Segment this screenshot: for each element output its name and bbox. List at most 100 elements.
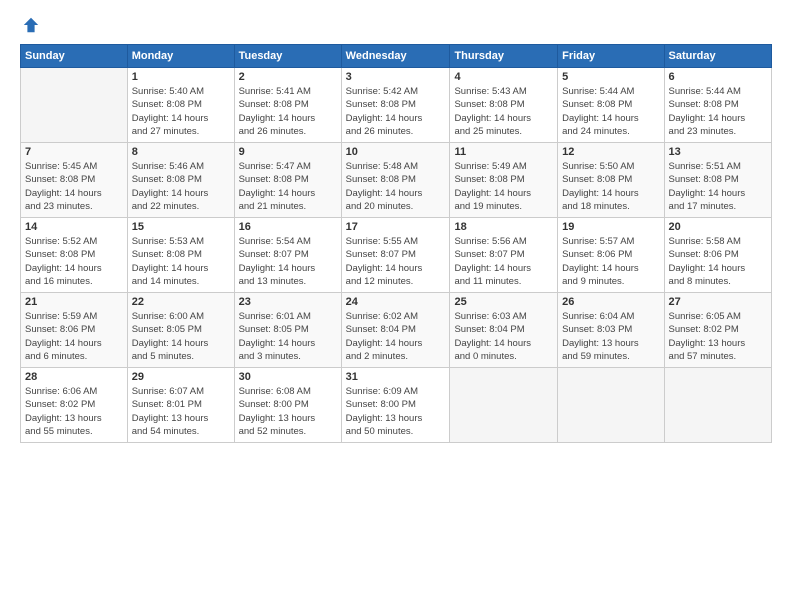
calendar-day-cell: 25 Sunrise: 6:03 AM Sunset: 8:04 PM Dayli… bbox=[450, 293, 558, 368]
calendar-day-cell: 1Sunrise: 5:40 AM Sunset: 8:08 PM Daylig… bbox=[127, 68, 234, 143]
day-info: Sunrise: 6:04 AM Sunset: 8:03 PM Dayligh… bbox=[562, 310, 659, 363]
day-number: 18 bbox=[454, 221, 553, 233]
day-info: Sunrise: 6:02 AM Sunset: 8:04 PM Dayligh… bbox=[346, 310, 446, 363]
day-info: Sunrise: 5:42 AM Sunset: 8:08 PM Dayligh… bbox=[346, 85, 446, 138]
calendar-day-cell: 19 Sunrise: 5:57 AM Sunset: 8:06 PM Dayli… bbox=[558, 218, 664, 293]
calendar-day-cell: 5 Sunrise: 5:44 AM Sunset: 8:08 PM Daylig… bbox=[558, 68, 664, 143]
calendar-day-cell: 26 Sunrise: 6:04 AM Sunset: 8:03 PM Dayli… bbox=[558, 293, 664, 368]
calendar-header-cell: Friday bbox=[558, 45, 664, 68]
calendar-day-cell: 27 Sunrise: 6:05 AM Sunset: 8:02 PM Dayli… bbox=[664, 293, 771, 368]
day-number: 2 bbox=[239, 71, 337, 83]
calendar-week-row: 28 Sunrise: 6:06 AM Sunset: 8:02 PM Dayli… bbox=[21, 368, 772, 443]
calendar-day-cell bbox=[664, 368, 771, 443]
day-number: 23 bbox=[239, 296, 337, 308]
day-number: 16 bbox=[239, 221, 337, 233]
calendar-header-cell: Thursday bbox=[450, 45, 558, 68]
day-info: Sunrise: 5:49 AM Sunset: 8:08 PM Dayligh… bbox=[454, 160, 553, 213]
calendar-header-cell: Sunday bbox=[21, 45, 128, 68]
day-info: Sunrise: 6:09 AM Sunset: 8:00 PM Dayligh… bbox=[346, 385, 446, 438]
calendar-day-cell: 14 Sunrise: 5:52 AM Sunset: 8:08 PM Dayli… bbox=[21, 218, 128, 293]
day-number: 28 bbox=[25, 371, 123, 383]
day-number: 22 bbox=[132, 296, 230, 308]
calendar-day-cell: 23 Sunrise: 6:01 AM Sunset: 8:05 PM Dayli… bbox=[234, 293, 341, 368]
calendar-week-row: 7Sunrise: 5:45 AM Sunset: 8:08 PM Daylig… bbox=[21, 143, 772, 218]
day-number: 31 bbox=[346, 371, 446, 383]
calendar-day-cell bbox=[450, 368, 558, 443]
day-info: Sunrise: 5:53 AM Sunset: 8:08 PM Dayligh… bbox=[132, 235, 230, 288]
day-info: Sunrise: 6:06 AM Sunset: 8:02 PM Dayligh… bbox=[25, 385, 123, 438]
day-number: 1 bbox=[132, 71, 230, 83]
day-info: Sunrise: 6:08 AM Sunset: 8:00 PM Dayligh… bbox=[239, 385, 337, 438]
day-info: Sunrise: 5:44 AM Sunset: 8:08 PM Dayligh… bbox=[562, 85, 659, 138]
calendar-day-cell: 6 Sunrise: 5:44 AM Sunset: 8:08 PM Daylig… bbox=[664, 68, 771, 143]
calendar-day-cell: 21 Sunrise: 5:59 AM Sunset: 8:06 PM Dayli… bbox=[21, 293, 128, 368]
calendar-week-row: 14 Sunrise: 5:52 AM Sunset: 8:08 PM Dayli… bbox=[21, 218, 772, 293]
calendar-day-cell: 10Sunrise: 5:48 AM Sunset: 8:08 PM Dayli… bbox=[341, 143, 450, 218]
calendar-day-cell: 30 Sunrise: 6:08 AM Sunset: 8:00 PM Dayli… bbox=[234, 368, 341, 443]
calendar-day-cell: 15Sunrise: 5:53 AM Sunset: 8:08 PM Dayli… bbox=[127, 218, 234, 293]
calendar-day-cell: 3 Sunrise: 5:42 AM Sunset: 8:08 PM Daylig… bbox=[341, 68, 450, 143]
day-number: 17 bbox=[346, 221, 446, 233]
day-info: Sunrise: 6:05 AM Sunset: 8:02 PM Dayligh… bbox=[669, 310, 767, 363]
day-number: 29 bbox=[132, 371, 230, 383]
logo bbox=[20, 16, 40, 34]
calendar-day-cell: 2 Sunrise: 5:41 AM Sunset: 8:08 PM Daylig… bbox=[234, 68, 341, 143]
calendar-header-cell: Tuesday bbox=[234, 45, 341, 68]
day-number: 26 bbox=[562, 296, 659, 308]
day-number: 21 bbox=[25, 296, 123, 308]
day-number: 25 bbox=[454, 296, 553, 308]
calendar-day-cell: 22Sunrise: 6:00 AM Sunset: 8:05 PM Dayli… bbox=[127, 293, 234, 368]
day-info: Sunrise: 6:03 AM Sunset: 8:04 PM Dayligh… bbox=[454, 310, 553, 363]
day-info: Sunrise: 5:57 AM Sunset: 8:06 PM Dayligh… bbox=[562, 235, 659, 288]
calendar-header-cell: Monday bbox=[127, 45, 234, 68]
calendar-day-cell: 9Sunrise: 5:47 AM Sunset: 8:08 PM Daylig… bbox=[234, 143, 341, 218]
day-number: 10 bbox=[346, 146, 446, 158]
calendar-day-cell: 31 Sunrise: 6:09 AM Sunset: 8:00 PM Dayli… bbox=[341, 368, 450, 443]
calendar-week-row: 1Sunrise: 5:40 AM Sunset: 8:08 PM Daylig… bbox=[21, 68, 772, 143]
day-info: Sunrise: 5:54 AM Sunset: 8:07 PM Dayligh… bbox=[239, 235, 337, 288]
day-number: 24 bbox=[346, 296, 446, 308]
day-info: Sunrise: 5:41 AM Sunset: 8:08 PM Dayligh… bbox=[239, 85, 337, 138]
calendar-day-cell: 12 Sunrise: 5:50 AM Sunset: 8:08 PM Dayli… bbox=[558, 143, 664, 218]
day-number: 8 bbox=[132, 146, 230, 158]
calendar-header-cell: Wednesday bbox=[341, 45, 450, 68]
day-number: 6 bbox=[669, 71, 767, 83]
calendar-header-row: SundayMondayTuesdayWednesdayThursdayFrid… bbox=[21, 45, 772, 68]
day-info: Sunrise: 6:01 AM Sunset: 8:05 PM Dayligh… bbox=[239, 310, 337, 363]
calendar-day-cell: 29 Sunrise: 6:07 AM Sunset: 8:01 PM Dayli… bbox=[127, 368, 234, 443]
calendar-day-cell: 4 Sunrise: 5:43 AM Sunset: 8:08 PM Daylig… bbox=[450, 68, 558, 143]
day-number: 14 bbox=[25, 221, 123, 233]
calendar-body: 1Sunrise: 5:40 AM Sunset: 8:08 PM Daylig… bbox=[21, 68, 772, 443]
calendar-day-cell: 8 Sunrise: 5:46 AM Sunset: 8:08 PM Daylig… bbox=[127, 143, 234, 218]
day-number: 12 bbox=[562, 146, 659, 158]
day-info: Sunrise: 5:59 AM Sunset: 8:06 PM Dayligh… bbox=[25, 310, 123, 363]
day-number: 5 bbox=[562, 71, 659, 83]
day-info: Sunrise: 6:07 AM Sunset: 8:01 PM Dayligh… bbox=[132, 385, 230, 438]
calendar-day-cell: 28 Sunrise: 6:06 AM Sunset: 8:02 PM Dayli… bbox=[21, 368, 128, 443]
calendar-day-cell bbox=[21, 68, 128, 143]
calendar-day-cell: 17Sunrise: 5:55 AM Sunset: 8:07 PM Dayli… bbox=[341, 218, 450, 293]
day-number: 20 bbox=[669, 221, 767, 233]
day-info: Sunrise: 5:44 AM Sunset: 8:08 PM Dayligh… bbox=[669, 85, 767, 138]
day-info: Sunrise: 5:51 AM Sunset: 8:08 PM Dayligh… bbox=[669, 160, 767, 213]
day-number: 3 bbox=[346, 71, 446, 83]
calendar-day-cell: 16 Sunrise: 5:54 AM Sunset: 8:07 PM Dayli… bbox=[234, 218, 341, 293]
day-number: 19 bbox=[562, 221, 659, 233]
calendar-header-cell: Saturday bbox=[664, 45, 771, 68]
calendar-day-cell: 11Sunrise: 5:49 AM Sunset: 8:08 PM Dayli… bbox=[450, 143, 558, 218]
day-info: Sunrise: 5:46 AM Sunset: 8:08 PM Dayligh… bbox=[132, 160, 230, 213]
day-info: Sunrise: 5:52 AM Sunset: 8:08 PM Dayligh… bbox=[25, 235, 123, 288]
day-number: 4 bbox=[454, 71, 553, 83]
day-info: Sunrise: 5:58 AM Sunset: 8:06 PM Dayligh… bbox=[669, 235, 767, 288]
day-info: Sunrise: 5:50 AM Sunset: 8:08 PM Dayligh… bbox=[562, 160, 659, 213]
page-container: SundayMondayTuesdayWednesdayThursdayFrid… bbox=[0, 0, 792, 453]
day-number: 27 bbox=[669, 296, 767, 308]
calendar-day-cell: 18Sunrise: 5:56 AM Sunset: 8:07 PM Dayli… bbox=[450, 218, 558, 293]
day-number: 7 bbox=[25, 146, 123, 158]
day-info: Sunrise: 5:43 AM Sunset: 8:08 PM Dayligh… bbox=[454, 85, 553, 138]
calendar-day-cell: 24 Sunrise: 6:02 AM Sunset: 8:04 PM Dayli… bbox=[341, 293, 450, 368]
calendar-day-cell: 20 Sunrise: 5:58 AM Sunset: 8:06 PM Dayli… bbox=[664, 218, 771, 293]
day-number: 30 bbox=[239, 371, 337, 383]
day-info: Sunrise: 5:47 AM Sunset: 8:08 PM Dayligh… bbox=[239, 160, 337, 213]
calendar-week-row: 21 Sunrise: 5:59 AM Sunset: 8:06 PM Dayli… bbox=[21, 293, 772, 368]
